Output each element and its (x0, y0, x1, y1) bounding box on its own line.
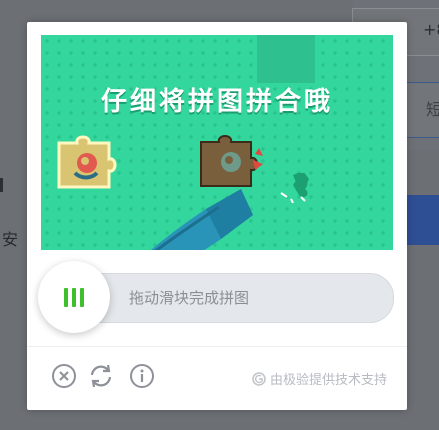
puzzle-piece-draggable (57, 135, 117, 189)
puzzle-sparkle (280, 173, 309, 203)
background-left-mark (0, 178, 3, 192)
refresh-icon[interactable] (88, 363, 114, 389)
puzzle-piece-slot (200, 135, 263, 187)
puzzle-title: 仔细将拼图拼合哦 (100, 87, 333, 117)
puzzle-image: 仔细将拼图拼合哦 (41, 35, 393, 250)
geetest-brand[interactable]: 由极验提供技术支持 (252, 369, 387, 388)
info-icon[interactable] (129, 363, 155, 389)
grip-bars-icon (64, 287, 84, 307)
geetest-logo-icon (252, 371, 266, 386)
background-submit-button (406, 195, 439, 245)
captcha-modal: 仔细将拼图拼合哦 拖动滑块完成拼图 由极验提供技术支持 (27, 22, 407, 410)
background-left-text: 安 (2, 230, 19, 249)
puzzle-decor-rect (257, 35, 315, 83)
close-icon[interactable] (51, 363, 77, 389)
brand-text: 由极验提供技术支持 (269, 373, 387, 388)
background-code-placeholder: 短 (426, 100, 439, 119)
slider-hint-text: 拖动滑块完成拼图 (129, 289, 250, 307)
slider-knob[interactable] (38, 261, 110, 333)
footer-divider (27, 346, 407, 347)
background-phone-prefix: +8 (423, 20, 439, 39)
